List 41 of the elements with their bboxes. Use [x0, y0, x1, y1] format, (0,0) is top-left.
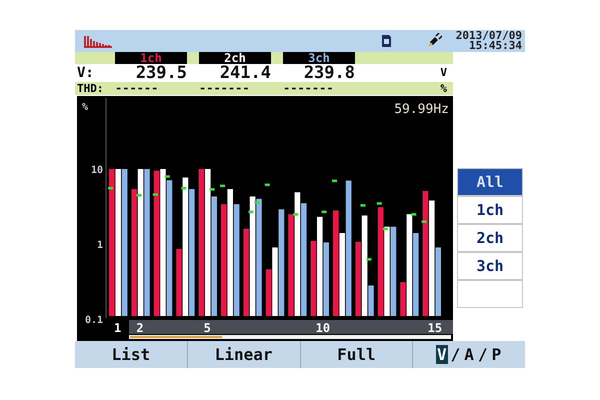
voltage-value: 241.4 [218, 62, 271, 83]
x-tick-label: 2 [136, 320, 144, 335]
mode-option[interactable]: P [490, 344, 502, 364]
channel-button[interactable]: 3ch [457, 252, 523, 280]
channel-label: 1ch [140, 52, 162, 64]
x-tick-label: 1 [114, 320, 122, 335]
unit-label: % [440, 82, 447, 95]
row-label: THD: [76, 82, 104, 95]
channel-label: 3ch [308, 52, 330, 64]
frequency-reading: 59.99Hz [394, 102, 449, 117]
voltage-value: 239.8 [302, 62, 355, 83]
channel-button[interactable]: 2ch [457, 224, 523, 252]
y-tick-label: 0.1 [84, 314, 103, 326]
power-plug-icon [426, 32, 442, 49]
separator-text: / [450, 344, 460, 364]
channel-button[interactable]: 1ch [457, 196, 523, 224]
unit-label: V [440, 66, 447, 80]
time-text: 15:45:34 [469, 40, 522, 51]
blank-button[interactable] [457, 280, 523, 308]
function-key[interactable]: List [75, 340, 187, 368]
thd-value: ------- [283, 81, 335, 96]
thd-value: ------ [115, 81, 160, 96]
x-tick-label: 15 [428, 320, 442, 335]
function-key[interactable]: Linear [186, 340, 300, 368]
mode-option[interactable]: V [436, 344, 448, 364]
x-tick-label: 10 [316, 320, 330, 335]
thd-value: ------- [199, 81, 251, 96]
separator-text: / [478, 344, 488, 364]
row-label: V: [76, 64, 95, 81]
sd-card-icon [380, 34, 392, 48]
channel-button[interactable]: All [457, 168, 523, 196]
mode-option[interactable]: A [463, 344, 475, 364]
date-text: 2013/07/09 [456, 30, 522, 41]
y-tick-label: 1 [96, 240, 103, 251]
axis-label: % [82, 102, 88, 113]
channel-label: 2ch [224, 52, 246, 64]
voltage-value: 239.5 [134, 62, 187, 83]
y-tick-label: 10 [90, 164, 103, 176]
function-key[interactable]: Full [300, 340, 412, 368]
harmonics-icon [83, 34, 113, 48]
x-tick-label: 5 [204, 320, 211, 335]
